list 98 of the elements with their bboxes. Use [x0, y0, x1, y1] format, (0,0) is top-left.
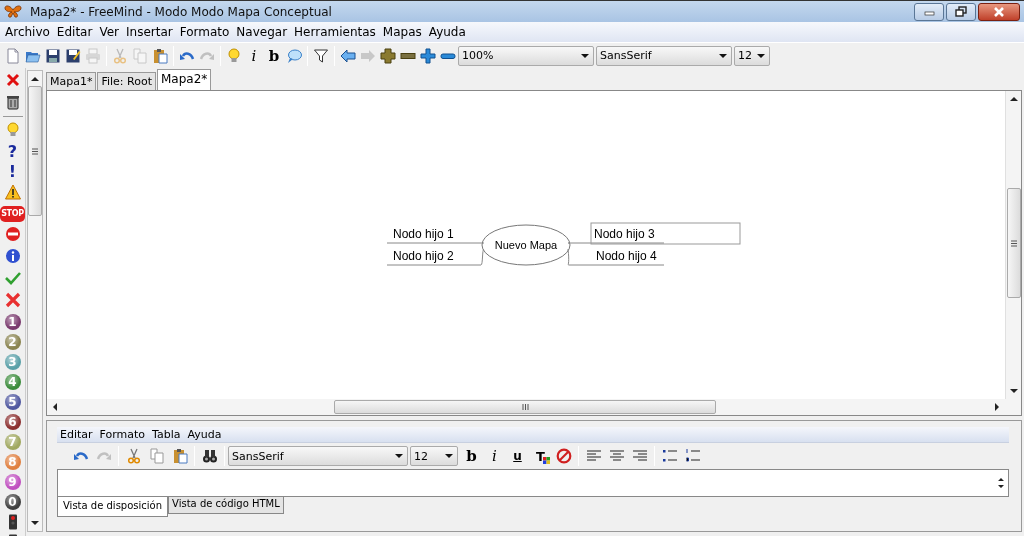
dropdown[interactable]: 12 — [734, 45, 770, 66]
caret-icon — [395, 454, 403, 458]
question-mark-icon[interactable]: ? — [7, 142, 18, 162]
scroll-thumb[interactable] — [334, 400, 716, 414]
vertical-scrollbar[interactable] — [27, 70, 43, 532]
caret-icon — [719, 53, 727, 58]
horizontal-scrollbar[interactable] — [47, 399, 1021, 415]
copy-icon — [148, 448, 165, 464]
right-arrow-icon — [360, 47, 376, 64]
butterfly-icon — [4, 4, 22, 19]
light-bulb-icon[interactable] — [4, 122, 21, 138]
tab[interactable]: Vista de código HTML — [168, 497, 284, 514]
child-node[interactable]: Nodo hijo 2 — [386, 248, 485, 266]
scroll-thumb[interactable] — [28, 86, 42, 216]
bold-button[interactable]: b — [460, 445, 483, 467]
align-center-icon — [608, 448, 625, 464]
scissors-icon — [112, 47, 128, 64]
caret-icon — [757, 53, 765, 58]
menu-item[interactable]: Formato — [96, 428, 150, 441]
menu-item[interactable]: Ayuda — [425, 25, 470, 39]
stop-sign-icon[interactable]: STOP — [0, 206, 25, 222]
speech-bubble-icon — [286, 47, 302, 64]
copy-icon — [132, 47, 148, 64]
binoculars-icon — [201, 448, 218, 464]
document-icon — [5, 47, 21, 64]
exclamation-mark-icon[interactable]: ! — [8, 162, 17, 182]
caret-icon — [581, 53, 589, 58]
up-down-arrows-icon — [996, 475, 1005, 491]
arrow-icon — [52, 403, 57, 411]
minimize-button[interactable] — [914, 2, 944, 21]
child-node[interactable]: Nodo hijo 4 — [567, 248, 665, 266]
window-title: Mapa2* - FreeMind - Modo Modo Mapa Conceptual — [30, 4, 332, 19]
number-icon[interactable]: 6 — [4, 414, 21, 430]
numbered-list-icon — [684, 448, 701, 464]
printer-icon — [85, 47, 101, 64]
italic-button[interactable]: i — [483, 445, 506, 467]
tab[interactable]: File: Root — [97, 72, 156, 90]
tab[interactable]: Mapa2* — [157, 69, 212, 90]
restore-button[interactable] — [946, 2, 976, 21]
restore-icon — [955, 5, 967, 18]
trash-can-icon[interactable] — [4, 94, 21, 110]
underline-button[interactable]: u — [506, 445, 529, 467]
close-icon — [992, 5, 1006, 18]
menu-item[interactable]: Insertar — [123, 25, 177, 39]
spinner[interactable] — [993, 469, 1009, 497]
grip-icon — [1010, 239, 1017, 247]
dropdown[interactable]: SansSerif — [228, 446, 408, 466]
menu-item[interactable]: Editar — [53, 25, 97, 39]
menu-item[interactable]: Mapas — [379, 25, 426, 39]
floppy-disk-pencil-icon — [65, 47, 81, 64]
arrow-icon — [995, 403, 1000, 411]
align-left-icon — [585, 448, 602, 464]
arrow-icon — [31, 521, 39, 526]
filter-icon — [313, 47, 329, 64]
scroll-thumb[interactable] — [1006, 188, 1021, 298]
check-mark-icon[interactable] — [4, 270, 21, 286]
color-swatch-icon — [543, 457, 550, 464]
clipboard-icon — [152, 47, 168, 64]
menu-item[interactable]: Ayuda — [184, 428, 226, 441]
no-sign-icon — [555, 448, 572, 464]
bold-button[interactable]: b — [264, 44, 284, 67]
dropdown[interactable]: 100% — [458, 45, 594, 66]
left-arrow-icon — [340, 47, 356, 64]
menu-item[interactable]: Navegar — [233, 25, 292, 39]
align-right-icon — [631, 448, 648, 464]
menu-item[interactable]: Tabla — [149, 428, 185, 441]
dropdown[interactable]: SansSerif — [596, 45, 732, 66]
scissors-icon — [125, 448, 142, 464]
menu-item[interactable]: Ver — [96, 25, 123, 39]
caret-icon — [445, 454, 453, 458]
dropdown[interactable]: 12 — [410, 446, 458, 466]
tab[interactable]: Vista de disposición — [57, 497, 169, 517]
light-bulb-icon — [226, 47, 242, 64]
info-icon[interactable] — [4, 248, 21, 264]
plus-icon — [380, 47, 396, 64]
text-color-button[interactable]: T — [529, 445, 552, 467]
vertical-scrollbar[interactable] — [1005, 91, 1021, 399]
x-mark-icon[interactable] — [4, 292, 21, 308]
menu-item[interactable]: Herramientas — [291, 25, 380, 39]
plus-icon — [420, 47, 436, 64]
grip-icon — [32, 147, 38, 155]
warning-icon[interactable] — [4, 184, 21, 200]
italic-button[interactable]: i — [244, 44, 264, 67]
menu-item[interactable]: Editar — [57, 428, 97, 441]
arrow-icon — [31, 76, 39, 81]
no-entry-icon[interactable] — [4, 226, 21, 242]
delete-icon[interactable] — [4, 72, 21, 88]
number-icon[interactable]: 1 — [4, 314, 21, 330]
bulleted-list-icon — [661, 448, 678, 464]
close-button[interactable] — [978, 2, 1020, 21]
root-node[interactable]: Nuevo Mapa — [481, 224, 571, 266]
menu-item[interactable]: Archivo — [2, 25, 54, 39]
menu-item[interactable]: Formato — [176, 25, 234, 39]
grip-icon — [521, 404, 529, 410]
arrow-icon — [1009, 96, 1018, 101]
tab[interactable]: Mapa1* — [46, 72, 97, 90]
clipboard-icon — [171, 448, 188, 464]
number-icon[interactable]: 0 — [4, 494, 21, 510]
